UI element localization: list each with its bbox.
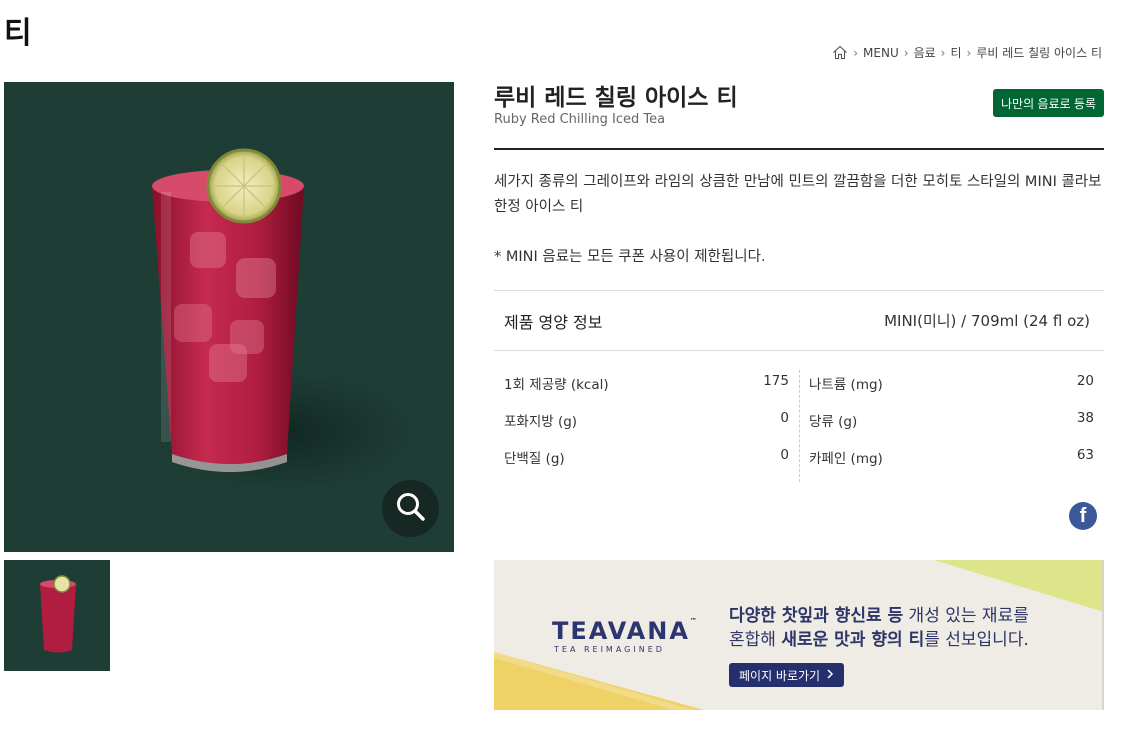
breadcrumb: › MENU › 음료 › 티 › 루비 레드 칠링 아이스 티 — [832, 44, 1102, 61]
nutrition-value: 0 — [780, 410, 789, 426]
banner-text-part: 혼합해 — [729, 630, 782, 650]
banner-highlight: 새로운 맛과 향의 티 — [781, 630, 925, 650]
search-icon — [395, 491, 427, 527]
coupon-notice: * MINI 음료는 모든 쿠폰 사용이 제한됩니다. — [494, 249, 766, 265]
nutrition-size: MINI(미니) / 709ml (24 fl oz) — [884, 312, 1090, 330]
divider — [494, 290, 1104, 291]
breadcrumb-item-drinks[interactable]: 음료 — [914, 44, 936, 61]
product-thumbnail[interactable] — [4, 560, 110, 671]
nutrition-value: 20 — [1076, 373, 1094, 389]
product-name: 루비 레드 칠링 아이스 티 — [494, 85, 738, 111]
chevron-right-icon: › — [966, 45, 972, 60]
nutrition-value: 0 — [780, 447, 789, 463]
go-to-page-button[interactable]: 페이지 바로가기 — [729, 663, 845, 687]
teavana-logo-text: TEAVANA — [552, 617, 690, 645]
trademark-symbol: ™ — [689, 617, 697, 625]
product-english-name: Ruby Red Chilling Iced Tea — [494, 112, 666, 127]
nutrition-label: 단백질 (g) — [504, 451, 565, 467]
chevron-right-icon: › — [853, 45, 859, 60]
divider — [494, 350, 1104, 351]
teavana-banner[interactable]: TEAVANA™ TEA REIMAGINED 다양한 찻잎과 향신료 등 개성… — [494, 560, 1104, 710]
divider — [494, 148, 1104, 150]
product-description: 세가지 종류의 그레이프와 라임의 상큼한 만남에 민트의 깔끔함을 더한 모히… — [494, 174, 1102, 215]
teavana-logo: TEAVANA™ — [552, 617, 697, 645]
product-image[interactable] — [4, 82, 454, 552]
nutrition-value: 38 — [1076, 410, 1094, 426]
facebook-icon[interactable]: f — [1069, 502, 1097, 530]
banner-text: 다양한 찻잎과 향신료 등 개성 있는 재료를 혼합해 새로운 맛과 향의 티를… — [729, 604, 1029, 652]
breadcrumb-item-current: 루비 레드 칠링 아이스 티 — [976, 46, 1102, 60]
nutrition-label: 당류 (g) — [809, 414, 858, 430]
teavana-tagline: TEA REIMAGINED — [554, 645, 665, 654]
nutrition-value: 175 — [763, 373, 789, 389]
chevron-right-icon: › — [903, 45, 909, 60]
breadcrumb-item-menu[interactable]: MENU — [863, 46, 899, 60]
chevron-right-icon — [826, 668, 834, 682]
home-icon[interactable] — [832, 45, 848, 60]
chevron-right-icon: › — [940, 45, 946, 60]
zoom-button[interactable] — [382, 480, 439, 537]
nutrition-label: 카페인 (mg) — [809, 451, 883, 467]
banner-text-part: 개성 있는 재료를 — [903, 606, 1029, 626]
nutrition-label: 1회 제공량 (kcal) — [504, 377, 609, 393]
nutrition-value: 63 — [1076, 447, 1094, 463]
nutrition-label: 나트륨 (mg) — [809, 377, 883, 393]
column-divider — [799, 370, 800, 482]
banner-highlight: 다양한 찻잎과 향신료 등 — [729, 606, 904, 626]
register-favorite-button[interactable]: 나만의 음료로 등록 — [993, 89, 1104, 117]
banner-text-part: 를 선보입니다. — [924, 630, 1029, 650]
go-to-page-label: 페이지 바로가기 — [739, 668, 821, 683]
nutrition-title: 제품 영양 정보 — [504, 313, 603, 332]
page-title: 티 — [4, 16, 32, 51]
nutrition-label: 포화지방 (g) — [504, 414, 578, 430]
breadcrumb-item-tea[interactable]: 티 — [950, 44, 961, 61]
